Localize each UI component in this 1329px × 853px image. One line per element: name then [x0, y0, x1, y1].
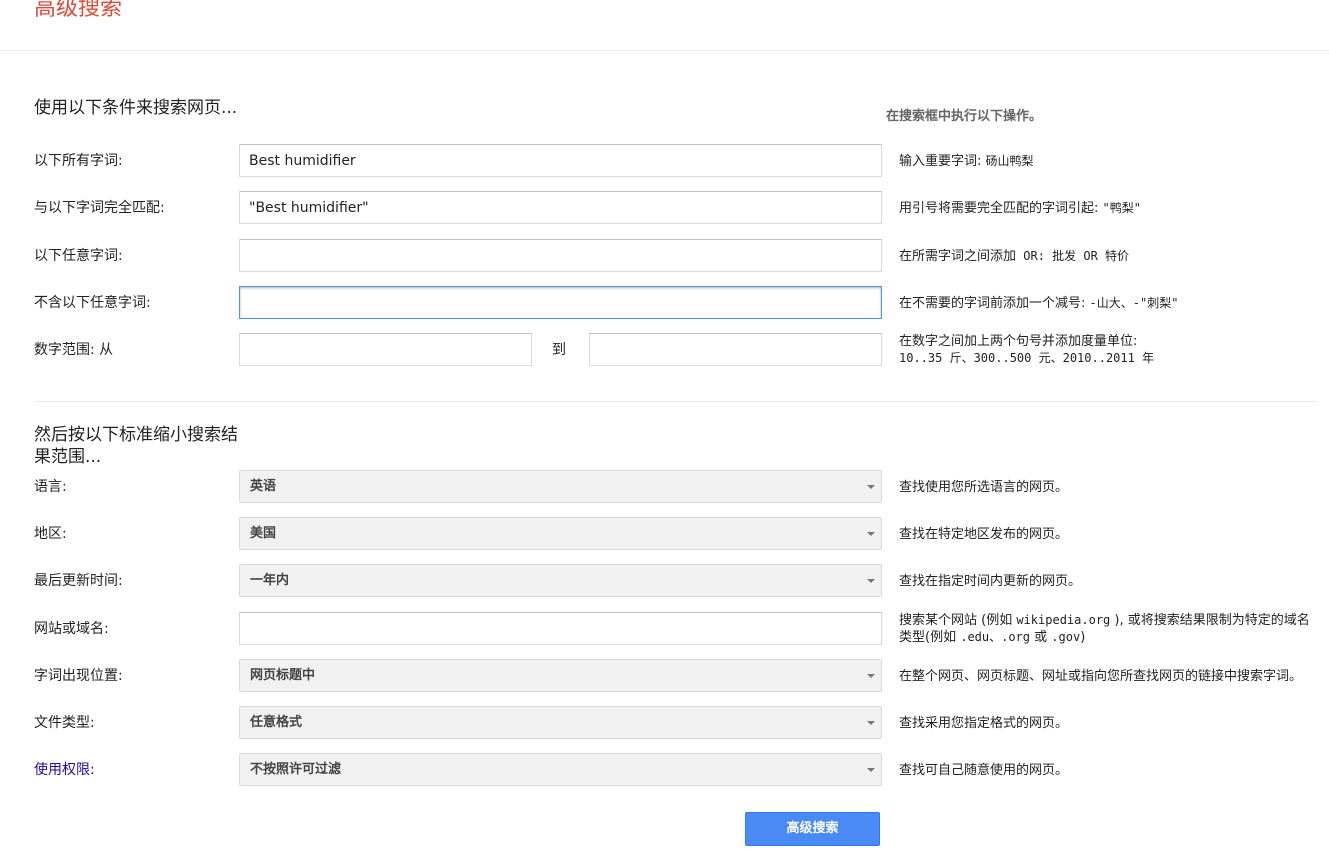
region-hint: 查找在特定地区发布的网页。: [899, 526, 1069, 542]
section-heading-search-terms: 使用以下条件来搜索网页...: [34, 98, 238, 118]
row-any-words: 以下任意字词: 在所需字词之间添加 OR: 批发 OR 特价: [0, 239, 1329, 273]
number-range-hint-line1: 在数字之间加上两个句号并添加度量单位:: [899, 334, 1138, 349]
chevron-down-icon: [867, 674, 875, 678]
chevron-down-icon: [867, 721, 875, 725]
chevron-down-icon: [867, 579, 875, 583]
usage-rights-select-value: 不按照许可过滤: [250, 762, 342, 777]
row-none-words: 不含以下任意字词: 在不需要的字词前添加一个减号: -山大、-"刺梨": [0, 286, 1329, 320]
language-hint: 查找使用您所选语言的网页。: [899, 479, 1069, 495]
any-words-input[interactable]: [239, 239, 882, 272]
row-site-domain: 网站或域名: 搜索某个网站 (例如 wikipedia.org ), 或将搜索结…: [0, 612, 1329, 646]
last-update-hint: 查找在指定时间内更新的网页。: [899, 573, 1082, 589]
usage-rights-link[interactable]: 使用权限:: [34, 753, 95, 787]
row-file-type: 文件类型: 任意格式 查找采用您指定格式的网页。: [0, 706, 1329, 740]
site-domain-label: 网站或域名:: [34, 621, 109, 637]
all-words-hint-text: 输入重要字词:: [899, 153, 986, 169]
term-position-hint: 在整个网页、网页标题、网址或指向您所查找网页的链接中搜索字词。: [899, 668, 1303, 684]
chevron-down-icon: [867, 485, 875, 489]
number-range-from-input[interactable]: [239, 333, 532, 366]
all-words-label: 以下所有字词:: [34, 153, 123, 169]
row-last-update: 最后更新时间: 一年内 查找在指定时间内更新的网页。: [0, 564, 1329, 598]
region-label: 地区:: [34, 526, 67, 542]
instructions-heading: 在搜索框中执行以下操作。: [886, 109, 1043, 124]
exact-phrase-hint: 用引号将需要完全匹配的字词引起: "鸭梨": [899, 191, 1314, 225]
none-words-label: 不含以下任意字词:: [34, 295, 151, 311]
number-range-separator: 到: [552, 342, 566, 358]
none-words-input[interactable]: [239, 286, 882, 319]
site-domain-hint-a: 搜索某个网站 (例如: [899, 613, 1017, 628]
site-domain-hint-mono2: .edu、.org: [960, 630, 1031, 644]
row-region: 地区: 美国 查找在特定地区发布的网页。: [0, 517, 1329, 551]
any-words-hint-example: OR: 批发 OR 特价: [1016, 248, 1130, 263]
none-words-hint-text: 在不需要的字词前添加一个减号:: [899, 295, 1090, 311]
row-term-position: 字词出现位置: 网页标题中 在整个网页、网页标题、网址或指向您所查找网页的链接中…: [0, 659, 1329, 693]
last-update-label: 最后更新时间:: [34, 573, 123, 589]
last-update-select-value: 一年内: [250, 573, 290, 588]
file-type-hint: 查找采用您指定格式的网页。: [899, 715, 1069, 731]
section-divider: [34, 401, 1317, 402]
site-domain-hint-mono1: wikipedia.org: [1016, 613, 1111, 627]
language-label: 语言:: [34, 479, 67, 495]
number-range-hint-line2: 10..35 斤、300..500 元、2010..2011 年: [899, 351, 1155, 365]
page-title: 高级搜索: [34, 0, 123, 21]
all-words-input[interactable]: [239, 144, 882, 177]
row-exact-phrase: 与以下字词完全匹配: 用引号将需要完全匹配的字词引起: "鸭梨": [0, 191, 1329, 225]
usage-rights-hint: 查找可自己随意使用的网页。: [899, 762, 1069, 778]
section-heading-narrow-results: 然后按以下标准缩小搜索结果范围...: [34, 425, 238, 467]
exact-phrase-hint-example: "鸭梨": [1102, 200, 1141, 215]
number-range-label: 数字范围: 从: [34, 342, 114, 358]
language-select-value: 英语: [250, 479, 277, 494]
row-usage-rights: 使用权限: 不按照许可过滤 查找可自己随意使用的网页。: [0, 753, 1329, 787]
region-select-value: 美国: [250, 526, 277, 541]
exact-phrase-input[interactable]: [239, 191, 882, 224]
row-language: 语言: 英语 查找使用您所选语言的网页。: [0, 470, 1329, 504]
term-position-select[interactable]: 网页标题中: [239, 659, 882, 692]
all-words-hint: 输入重要字词: 砀山鸭梨: [899, 144, 1314, 178]
last-update-select[interactable]: 一年内: [239, 564, 882, 597]
none-words-hint: 在不需要的字词前添加一个减号: -山大、-"刺梨": [899, 286, 1314, 320]
site-domain-hint-d: ): [1080, 630, 1086, 645]
exact-phrase-hint-text: 用引号将需要完全匹配的字词引起:: [899, 200, 1103, 216]
region-select[interactable]: 美国: [239, 517, 882, 550]
chevron-down-icon: [867, 768, 875, 772]
any-words-hint: 在所需字词之间添加 OR: 批发 OR 特价: [899, 239, 1314, 273]
any-words-hint-text: 在所需字词之间添加: [899, 248, 1017, 264]
site-domain-hint-c: 或: [1030, 630, 1052, 645]
number-range-to-input[interactable]: [589, 333, 882, 366]
chevron-down-icon: [867, 532, 875, 536]
language-select[interactable]: 英语: [239, 470, 882, 503]
term-position-select-value: 网页标题中: [250, 668, 316, 683]
file-type-label: 文件类型:: [34, 715, 95, 731]
number-range-hint: 在数字之间加上两个句号并添加度量单位: 10..35 斤、300..500 元、…: [899, 333, 1314, 367]
site-domain-hint-mono3: .gov: [1051, 630, 1081, 644]
all-words-hint-example: 砀山鸭梨: [985, 153, 1034, 168]
site-domain-hint: 搜索某个网站 (例如 wikipedia.org ), 或将搜索结果限制为特定的…: [899, 612, 1314, 646]
exact-phrase-label: 与以下字词完全匹配:: [34, 200, 165, 216]
row-all-words: 以下所有字词: 输入重要字词: 砀山鸭梨: [0, 144, 1329, 178]
none-words-hint-example: -山大、-"刺梨": [1089, 295, 1179, 310]
row-number-range: 数字范围: 从 到 在数字之间加上两个句号并添加度量单位: 10..35 斤、3…: [0, 333, 1329, 367]
header-divider: [0, 50, 1329, 51]
file-type-select-value: 任意格式: [250, 715, 303, 730]
advanced-search-button[interactable]: 高级搜索: [745, 812, 880, 846]
term-position-label: 字词出现位置:: [34, 668, 123, 684]
any-words-label: 以下任意字词:: [34, 248, 123, 264]
usage-rights-select[interactable]: 不按照许可过滤: [239, 753, 882, 786]
file-type-select[interactable]: 任意格式: [239, 706, 882, 739]
site-domain-input[interactable]: [239, 612, 882, 645]
